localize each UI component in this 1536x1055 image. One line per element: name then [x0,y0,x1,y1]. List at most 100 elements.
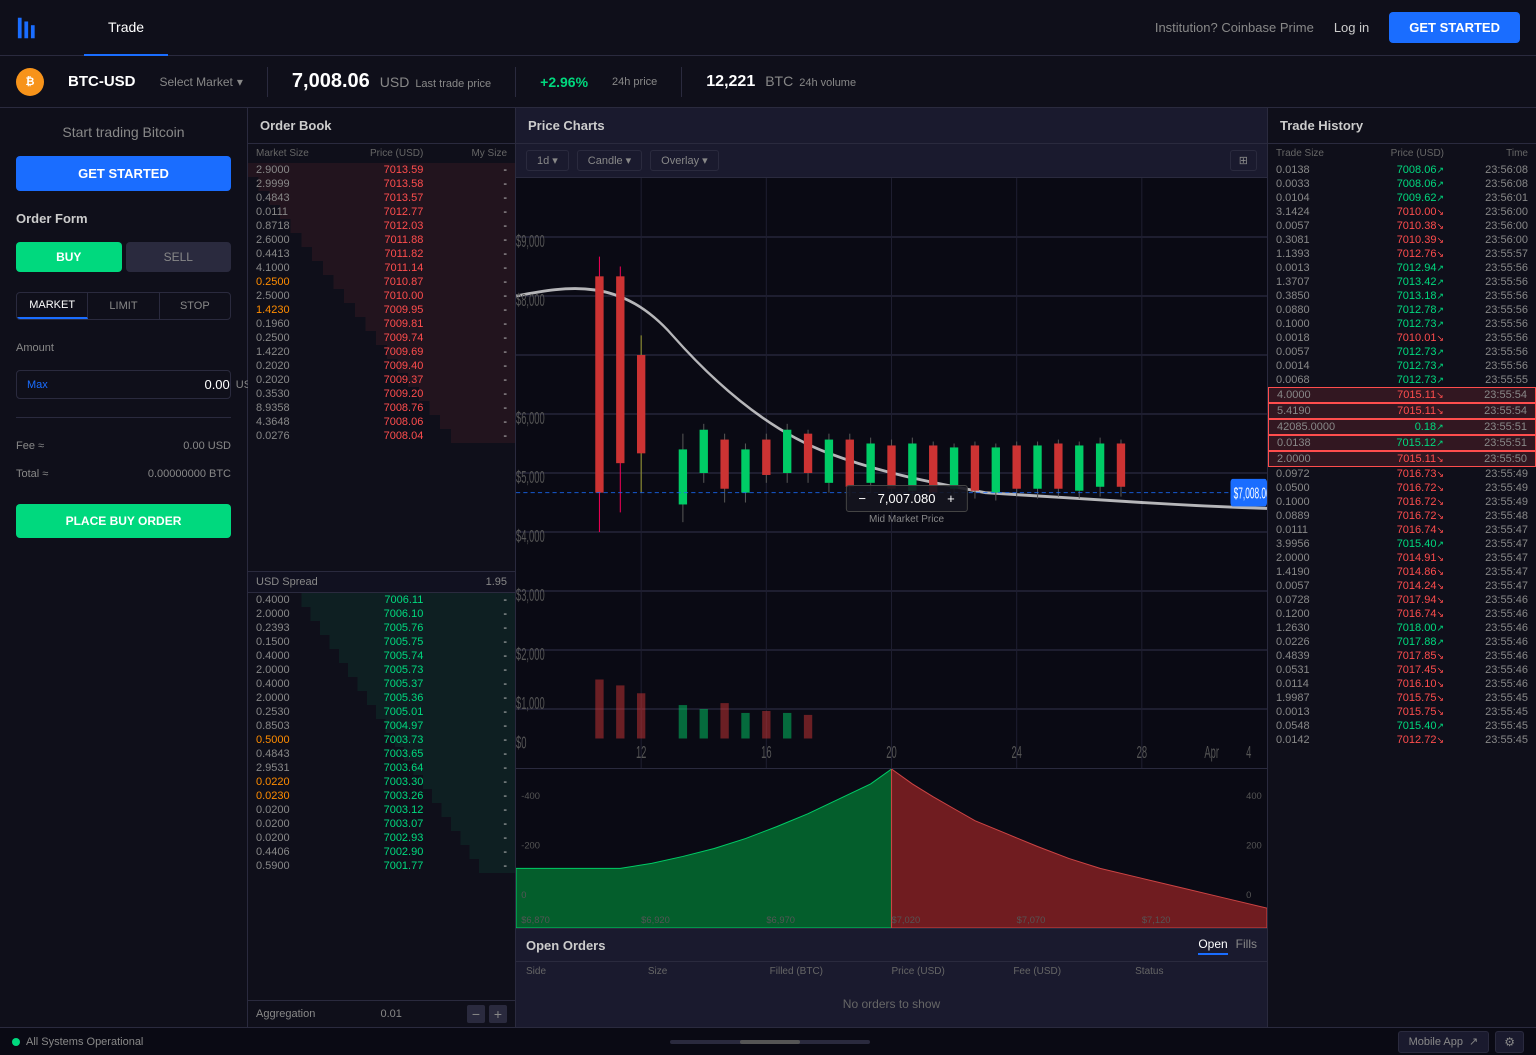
th-trade-row: 0.01147016.1023:55:46 [1268,677,1536,691]
ob-ask-row[interactable]: 2.60007011.88- [248,233,515,247]
ob-ask-row[interactable]: 2.90007013.59- [248,163,515,177]
limit-tab[interactable]: LIMIT [88,293,159,319]
th-trade-row: 0.08807012.7823:55:56 [1268,303,1536,317]
fee-row: Fee ≈ 0.00 USD [16,440,231,452]
ob-ask-row[interactable]: 0.20207009.40- [248,359,515,373]
sell-tab[interactable]: SELL [126,242,232,272]
th-trade-price: 7015.11 [1360,453,1443,465]
ob-ask-row[interactable]: 4.36487008.06- [248,415,515,429]
down-arrow-icon [1436,678,1444,690]
select-market-button[interactable]: Select Market ▾ [160,75,243,89]
ob-bid-row[interactable]: 0.02307003.26- [248,789,515,803]
ob-ask-row[interactable]: 0.25007010.87- [248,275,515,289]
ob-ask-row[interactable]: 1.42207009.69- [248,345,515,359]
ob-ask-my-size: - [423,360,507,372]
ob-ask-row[interactable]: 0.44137011.82- [248,247,515,261]
ob-bid-size: 0.0200 [256,818,340,830]
ob-ask-price: 7011.82 [340,248,424,260]
ob-bid-row[interactable]: 0.59007001.77- [248,859,515,873]
ob-ask-size: 0.4413 [256,248,340,260]
th-trade-price: 7016.10 [1360,678,1444,690]
th-trade-row: 3.14247010.0023:56:00 [1268,205,1536,219]
up-arrow-icon [1436,421,1444,433]
ob-ask-row[interactable]: 0.48437013.57- [248,191,515,205]
ob-bid-row[interactable]: 0.02007003.12- [248,803,515,817]
ob-bid-row[interactable]: 0.02007003.07- [248,817,515,831]
th-trade-row: 0.01387008.0623:56:08 [1268,163,1536,177]
nav-tabs: Trade [84,0,1155,56]
th-trade-size: 0.3850 [1276,290,1360,302]
th-trade-price: 7010.38 [1360,220,1444,232]
th-trade-size: 1.4190 [1276,566,1360,578]
ob-bid-row[interactable]: 2.00007005.73- [248,663,515,677]
ob-ask-row[interactable]: 2.99997013.58- [248,177,515,191]
ob-ask-row[interactable]: 4.10007011.14- [248,261,515,275]
ob-ask-row[interactable]: 0.25007009.74- [248,331,515,345]
ob-bid-row[interactable]: 0.40007005.37- [248,677,515,691]
down-arrow-icon [1436,734,1444,746]
th-trade-row: 0.38507013.1823:55:56 [1268,289,1536,303]
place-buy-order-button[interactable]: PLACE BUY ORDER [16,504,231,538]
nav-tab-trade[interactable]: Trade [84,0,168,56]
ob-ask-row[interactable]: 0.01117012.77- [248,205,515,219]
ob-bid-row[interactable]: 0.25307005.01- [248,705,515,719]
ob-ask-my-size: - [423,220,507,232]
market-tab[interactable]: MARKET [17,293,88,319]
login-button[interactable]: Log in [1334,20,1369,35]
ob-bid-row[interactable]: 0.40007005.74- [248,649,515,663]
buy-tab[interactable]: BUY [16,242,122,272]
mobile-app-button[interactable]: Mobile App ↗ [1398,1031,1490,1053]
ob-ask-row[interactable]: 0.19607009.81- [248,317,515,331]
ob-ask-row[interactable]: 0.02767008.04- [248,429,515,443]
ob-ask-row[interactable]: 0.20207009.37- [248,373,515,387]
oo-tab-fills[interactable]: Fills [1236,935,1257,955]
agg-minus-button[interactable]: − [467,1005,485,1023]
spread-row: USD Spread 1.95 [248,571,515,593]
amount-input[interactable] [54,377,230,392]
stop-tab[interactable]: STOP [160,293,230,319]
ob-ask-row[interactable]: 0.35307009.20- [248,387,515,401]
th-trade-row: 0.00577010.3823:56:00 [1268,219,1536,233]
up-arrow-icon [1436,346,1444,358]
ob-bid-row[interactable]: 2.00007005.36- [248,691,515,705]
ob-ask-row[interactable]: 0.87187012.03- [248,219,515,233]
scrollbar-thumb[interactable] [740,1040,800,1044]
th-trade-size: 0.0226 [1276,636,1360,648]
ob-bid-my-size: - [423,608,507,620]
agg-plus-button[interactable]: + [489,1005,507,1023]
sidebar-get-started-button[interactable]: GET STARTED [16,156,231,191]
ob-bid-row[interactable]: 0.44067002.90- [248,845,515,859]
institution-link[interactable]: Institution? Coinbase Prime [1155,20,1314,35]
ob-bid-row[interactable]: 0.23937005.76- [248,621,515,635]
overlay-button[interactable]: Overlay ▾ [650,150,718,171]
ob-bid-row[interactable]: 2.00007006.10- [248,607,515,621]
ob-bid-row[interactable]: 2.95317003.64- [248,761,515,775]
ob-ask-row[interactable]: 1.42307009.95- [248,303,515,317]
th-trade-row: 0.05487015.4023:55:45 [1268,719,1536,733]
svg-text:$6,870: $6,870 [521,915,550,925]
chart-settings-button[interactable]: ⊞ [1230,150,1257,171]
ob-bid-row[interactable]: 0.85037004.97- [248,719,515,733]
scrollbar[interactable] [670,1040,870,1044]
up-arrow-icon [1436,720,1444,732]
oo-tab-open[interactable]: Open [1198,935,1227,955]
th-trade-price: 7013.42 [1360,276,1444,288]
timeframe-button[interactable]: 1d ▾ [526,150,569,171]
ob-bid-size: 2.0000 [256,692,340,704]
ob-ask-row[interactable]: 8.93587008.76- [248,401,515,415]
svg-text:$7,070: $7,070 [1017,915,1046,925]
last-trade-price: 7,008.06 [292,70,370,93]
ob-bid-row[interactable]: 0.02207003.30- [248,775,515,789]
ob-bid-row[interactable]: 0.15007005.75- [248,635,515,649]
ob-bid-row[interactable]: 0.50007003.73- [248,733,515,747]
ob-ask-row[interactable]: 2.50007010.00- [248,289,515,303]
ob-bid-row[interactable]: 0.02007002.93- [248,831,515,845]
max-button[interactable]: Max [27,379,48,391]
down-arrow-icon [1436,566,1444,578]
get-started-nav-button[interactable]: GET STARTED [1389,12,1520,43]
ob-bid-row[interactable]: 0.48437003.65- [248,747,515,761]
ob-bid-row[interactable]: 0.40007006.11- [248,593,515,607]
settings-button[interactable]: ⚙ [1495,1031,1524,1053]
ob-bid-size: 2.9531 [256,762,340,774]
candle-type-button[interactable]: Candle ▾ [577,150,642,171]
